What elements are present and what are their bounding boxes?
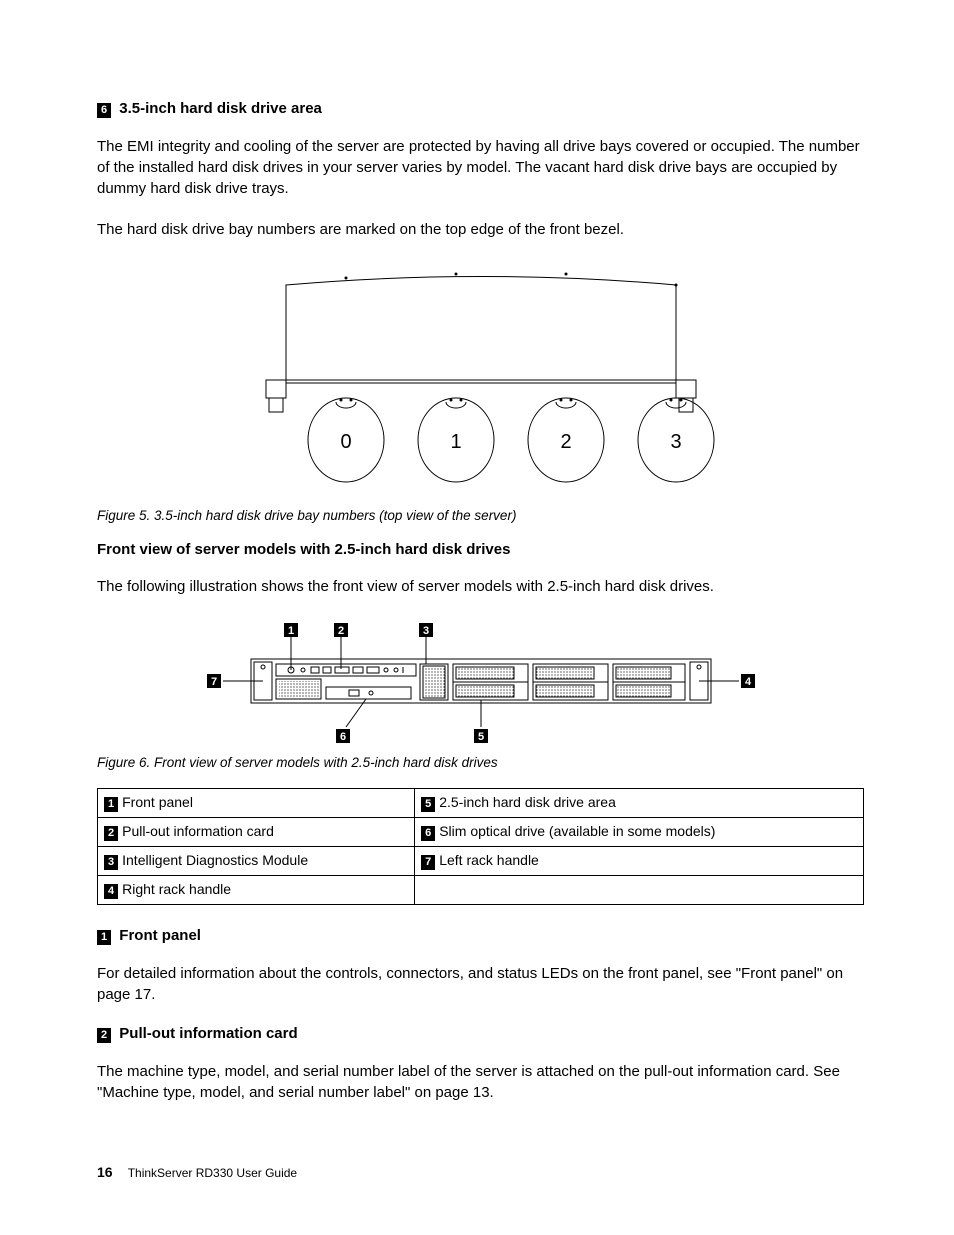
svg-text:2: 2 (337, 625, 343, 637)
svg-text:1: 1 (287, 625, 293, 637)
cell-text: Right rack handle (122, 881, 231, 897)
detail-pullout-para: The machine type, model, and serial numb… (97, 1061, 864, 1103)
callout-6-icon: 6 (421, 826, 435, 841)
table-row: 1 Front panel 5 2.5-inch hard disk drive a… (98, 789, 864, 818)
callout-1-icon: 1 (97, 930, 111, 945)
callout-4-icon: 4 (104, 884, 118, 899)
doc-title: ThinkServer RD330 User Guide (128, 1166, 297, 1180)
callout-2-icon: 2 (97, 1028, 111, 1043)
para-emi: The EMI integrity and cooling of the ser… (97, 136, 864, 199)
subhead-2-5: Front view of server models with 2.5-inc… (97, 541, 864, 558)
callout-table: 1 Front panel 5 2.5-inch hard disk drive a… (97, 788, 864, 905)
section-title-3-5: 6 3.5-inch hard disk drive area (97, 100, 864, 118)
svg-text:5: 5 (477, 731, 483, 743)
svg-text:4: 4 (744, 676, 751, 688)
detail-front-panel-heading: Front panel (119, 927, 201, 944)
svg-text:7: 7 (210, 676, 216, 688)
cell-text: Left rack handle (439, 852, 539, 868)
cell-text: Pull-out information card (122, 823, 274, 839)
svg-text:3: 3 (422, 625, 428, 637)
bay-0-label: 0 (340, 431, 351, 453)
table-row: 3 Intelligent Diagnostics Module 7 Left ra… (98, 847, 864, 876)
callout-5-icon: 5 (421, 797, 435, 812)
bay-1-label: 1 (450, 431, 461, 453)
bay-3-label: 3 (670, 431, 681, 453)
callout-3-icon: 3 (104, 855, 118, 870)
detail-pullout-title: 2 Pull-out information card (97, 1025, 864, 1043)
detail-front-panel-title: 1 Front panel (97, 927, 864, 945)
callout-6-icon: 6 (97, 103, 111, 118)
para-2-5-intro: The following illustration shows the fro… (97, 576, 864, 597)
cell-text: 2.5-inch hard disk drive area (439, 794, 616, 810)
svg-text:6: 6 (339, 731, 345, 743)
page-footer: 16 ThinkServer RD330 User Guide (97, 1164, 297, 1180)
cell-text: Front panel (122, 794, 193, 810)
cell-text: Intelligent Diagnostics Module (122, 852, 308, 868)
figure-6-diagram: 1 2 3 4 5 6 7 (191, 617, 771, 747)
table-row: 2 Pull-out information card 6 Slim optical… (98, 818, 864, 847)
page-number: 16 (97, 1164, 113, 1180)
callout-1-icon: 1 (104, 797, 118, 812)
figure-5-caption: Figure 5. 3.5-inch hard disk drive bay n… (97, 508, 864, 523)
callout-7-icon: 7 (421, 855, 435, 870)
callout-2-icon: 2 (104, 826, 118, 841)
table-row: 4 Right rack handle (98, 876, 864, 905)
figure-5-diagram: 0 1 2 3 (221, 260, 741, 500)
bay-2-label: 2 (560, 431, 571, 453)
para-bay-marked: The hard disk drive bay numbers are mark… (97, 219, 864, 240)
section-title-3-5-text: 3.5-inch hard disk drive area (119, 100, 322, 117)
detail-pullout-heading: Pull-out information card (119, 1025, 297, 1042)
page: 6 3.5-inch hard disk drive area The EMI … (0, 0, 954, 1235)
detail-front-panel-para: For detailed information about the contr… (97, 963, 864, 1005)
cell-text: Slim optical drive (available in some mo… (439, 823, 715, 839)
figure-6-caption: Figure 6. Front view of server models wi… (97, 755, 864, 770)
